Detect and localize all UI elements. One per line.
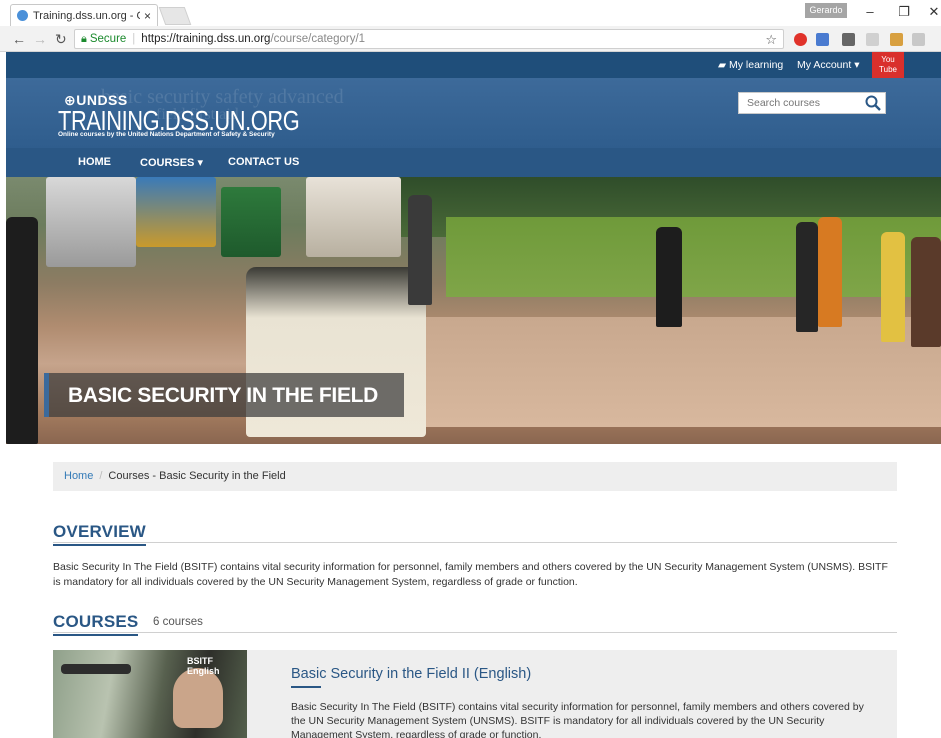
- site-header: basic security safety advanced field fir…: [6, 78, 941, 148]
- my-learning-label: My learning: [729, 59, 784, 71]
- forward-icon[interactable]: →: [33, 31, 47, 47]
- hero-person: [911, 237, 941, 347]
- course-card[interactable]: BSITF English Basic Security in the Fiel…: [53, 650, 897, 738]
- nav-home[interactable]: HOME: [78, 156, 111, 168]
- hero-banner-image: BASIC SECURITY IN THE FIELD: [6, 177, 941, 444]
- hero-grass: [446, 217, 941, 297]
- address-separator: |: [132, 33, 136, 45]
- browser-tab[interactable]: Training.dss.un.org - Onl ×: [10, 4, 158, 26]
- star-icon[interactable]: ☆: [765, 32, 777, 48]
- hero-tanker-truck: [306, 177, 401, 257]
- hero-person: [6, 217, 38, 444]
- back-icon[interactable]: ←: [12, 31, 26, 47]
- reload-icon[interactable]: ↻: [55, 31, 67, 48]
- url-host: https://training.dss.un.org: [141, 33, 271, 45]
- course-title-link[interactable]: Basic Security in the Field II (English): [291, 666, 531, 682]
- new-tab-button[interactable]: [158, 7, 192, 25]
- course-title-rule: [291, 686, 321, 688]
- tab-close-icon[interactable]: ×: [144, 9, 151, 23]
- nav-contact-us[interactable]: CONTACT US: [228, 156, 299, 168]
- search-icon[interactable]: [864, 94, 882, 112]
- translate-extension-icon[interactable]: [816, 33, 829, 46]
- hero-truck: [46, 177, 136, 267]
- breadcrumb: Home / Courses - Basic Security in the Fie…: [53, 462, 897, 491]
- breadcrumb-separator: /: [99, 470, 103, 482]
- address-bar[interactable]: 🔒︎ Secure | https://training.dss.un.org …: [74, 29, 784, 49]
- breadcrumb-current: Courses - Basic Security in the Field: [108, 470, 286, 482]
- overview-heading: OVERVIEW: [53, 522, 146, 546]
- hero-person: [796, 222, 818, 332]
- courses-heading: COURSES: [53, 612, 139, 636]
- overview-rule: [53, 542, 897, 543]
- main-navigation: HOME COURSES ▾ CONTACT US: [6, 148, 941, 177]
- key-extension-icon[interactable]: [890, 33, 903, 46]
- hero-person: [408, 195, 432, 305]
- browser-toolbar: ← → ↻ 🔒︎ Secure | https://training.dss.u…: [0, 26, 941, 52]
- hero-truck: [136, 177, 216, 247]
- un-favicon-icon: [17, 10, 28, 21]
- hero-person: [881, 232, 905, 342]
- course-thumbnail-tag: BSITF English: [187, 656, 220, 676]
- close-window-icon[interactable]: ✕: [926, 4, 941, 20]
- profile-button[interactable]: Gerardo: [805, 3, 847, 18]
- site-logo-subtitle: Online courses by the United Nations Dep…: [58, 131, 275, 138]
- opera-extension-icon[interactable]: [794, 33, 807, 46]
- course-description: Basic Security In The Field (BSITF) cont…: [291, 701, 864, 738]
- thumbnail-steering-wheel: [61, 664, 131, 674]
- grey-extension-icon[interactable]: [866, 33, 879, 46]
- nav-courses[interactable]: COURSES ▾: [140, 156, 203, 169]
- menu-extension-icon[interactable]: [912, 33, 925, 46]
- browser-tab-bar: Training.dss.un.org - Onl × Gerardo – ❐ …: [0, 0, 941, 26]
- youtube-icon[interactable]: You Tube: [872, 52, 904, 78]
- hero-person: [818, 217, 842, 327]
- site-top-bar: ▰ My learning My Account ▾ You Tube: [6, 52, 941, 78]
- breadcrumb-home-link[interactable]: Home: [64, 470, 93, 482]
- lock-icon: 🔒︎: [81, 32, 87, 45]
- course-thumbnail[interactable]: BSITF English: [53, 650, 247, 738]
- hero-title: BASIC SECURITY IN THE FIELD: [68, 384, 379, 407]
- youtube-label-top: You: [881, 55, 895, 64]
- my-learning-link[interactable]: ▰ My learning: [718, 59, 783, 71]
- courses-rule: [53, 632, 897, 633]
- minimize-icon[interactable]: –: [862, 4, 878, 19]
- hero-person: [656, 227, 682, 327]
- courses-count: 6 courses: [153, 616, 203, 628]
- youtube-label-bottom: Tube: [879, 65, 897, 74]
- secure-label: Secure: [89, 33, 127, 45]
- hero-mud-water: [406, 317, 941, 427]
- my-account-menu[interactable]: My Account ▾: [797, 59, 859, 71]
- restore-icon[interactable]: ❐: [896, 4, 912, 20]
- overview-text: Basic Security In The Field (BSITF) cont…: [53, 561, 888, 588]
- hero-truck: [221, 187, 281, 257]
- thumbnail-driver: [173, 668, 223, 728]
- tab-title: Training.dss.un.org - Onl: [33, 9, 140, 22]
- book-icon: ▰: [718, 59, 729, 71]
- tool-extension-icon[interactable]: [842, 33, 855, 46]
- url-path: /course/category/1: [270, 33, 366, 45]
